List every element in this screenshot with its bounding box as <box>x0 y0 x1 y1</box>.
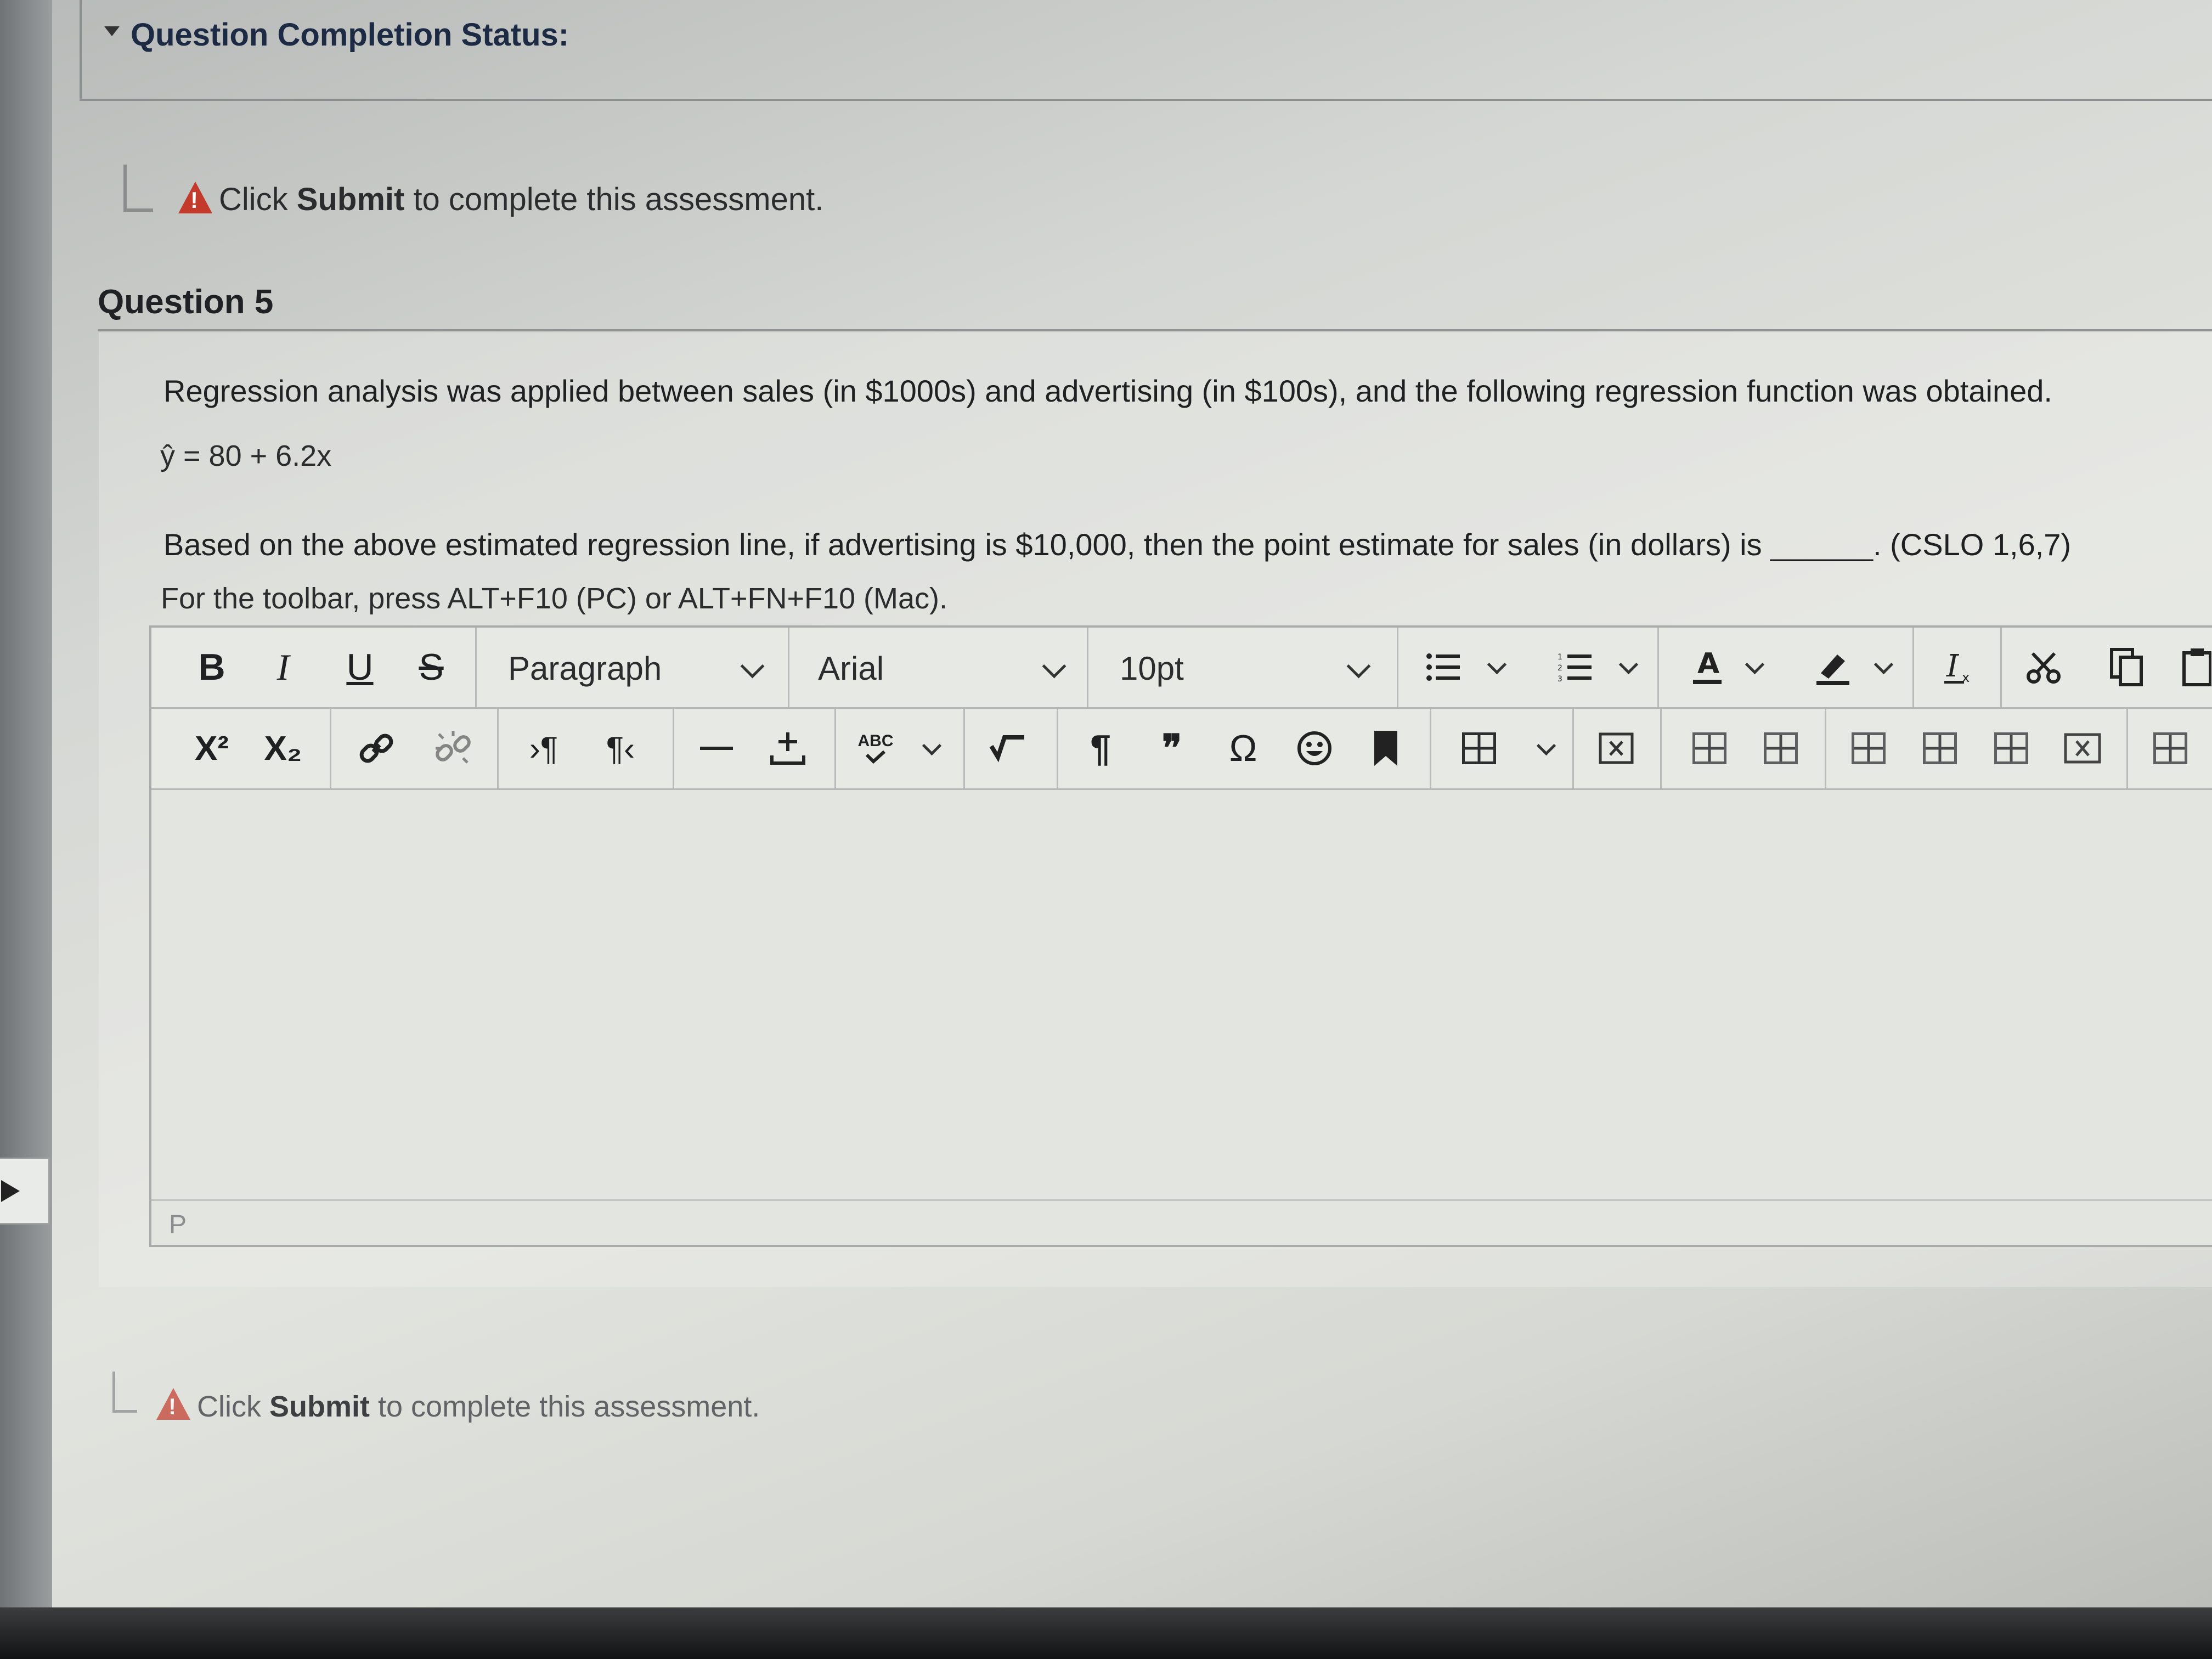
toolbar-separator <box>1057 709 1058 788</box>
chevron-down-icon[interactable] <box>1487 654 1507 675</box>
svg-text:2: 2 <box>1558 664 1562 673</box>
svg-text:A: A <box>1697 648 1719 680</box>
toolbar-separator <box>1572 709 1574 788</box>
text-color-icon[interactable]: A <box>1682 640 1731 695</box>
return-arrow-icon <box>112 1372 137 1413</box>
font-family-select[interactable]: Arial <box>818 650 884 687</box>
strikethrough-button[interactable]: S <box>409 640 453 695</box>
block-format-select[interactable]: Paragraph <box>508 650 662 687</box>
toolbar-hint: For the toolbar, press ALT+F10 (PC) or A… <box>161 582 948 615</box>
question-text-line1: Regression analysis was applied between … <box>163 374 2052 408</box>
collapse-caret-icon[interactable] <box>104 26 120 36</box>
question-text-line2: Based on the above estimated regression … <box>163 527 2072 562</box>
regression-equation: ŷ = 80 + 6.2x <box>160 439 332 472</box>
table-col-before-icon[interactable] <box>1841 721 1896 776</box>
toolbar-separator <box>834 709 836 788</box>
toolbar-separator <box>1087 628 1088 707</box>
svg-text:1: 1 <box>1558 653 1562 662</box>
svg-text:3: 3 <box>1558 675 1562 682</box>
copy-icon[interactable] <box>2099 640 2154 695</box>
superscript-button[interactable]: X² <box>184 721 239 776</box>
clear-format-icon[interactable]: Ix <box>1934 640 1984 695</box>
numbered-list-icon[interactable]: 1 2 3 <box>1550 640 1600 695</box>
horizontal-rule-icon[interactable] <box>689 721 744 776</box>
chevron-down-icon[interactable] <box>1346 654 1371 679</box>
rtl-icon[interactable]: ¶‹ <box>590 721 651 776</box>
toolbar-separator <box>673 709 674 788</box>
submit-instruction-bottom: Click Submit to complete this assessment… <box>156 1388 760 1424</box>
toolbar-row-1: B I U S Paragraph Arial 10pt 1 2 3 A I x <box>151 628 2212 709</box>
bullet-list-icon[interactable] <box>1419 640 1468 695</box>
emoji-icon[interactable] <box>1287 721 1342 776</box>
submit-instruction-top: Click Submit to complete this assessment… <box>178 181 823 218</box>
warning-icon <box>178 182 212 213</box>
toolbar-separator <box>963 709 965 788</box>
chevron-down-icon[interactable] <box>1042 654 1066 679</box>
chevron-down-icon[interactable] <box>1536 736 1556 756</box>
chevron-down-icon[interactable] <box>1874 654 1894 675</box>
table-delete-col-icon[interactable] <box>2055 721 2110 776</box>
delete-table-icon[interactable] <box>1589 721 1644 776</box>
blockquote-icon[interactable]: ❞ <box>1144 721 1199 776</box>
table-row-before-icon[interactable] <box>1682 721 1737 776</box>
toolbar-separator <box>475 628 477 707</box>
cut-icon[interactable] <box>2017 640 2072 695</box>
table-merge-icon[interactable] <box>2143 721 2198 776</box>
italic-button[interactable]: I <box>261 640 305 695</box>
completion-status-title[interactable]: Question Completion Status: <box>131 16 569 53</box>
table-row-after-icon[interactable] <box>1753 721 1808 776</box>
chevron-down-icon[interactable] <box>740 654 765 679</box>
toolbar-separator <box>1397 628 1398 707</box>
svg-text:I: I <box>1946 648 1960 684</box>
toolbar-separator <box>1912 628 1914 707</box>
toolbar-separator <box>788 628 789 707</box>
element-path[interactable]: P <box>169 1210 187 1240</box>
table-col-after-icon[interactable] <box>1912 721 1967 776</box>
highlight-icon[interactable] <box>1808 640 1858 695</box>
sidebar-toggle-button[interactable] <box>0 1158 50 1224</box>
underline-button[interactable]: U <box>338 640 382 695</box>
ltr-icon[interactable]: ›¶ <box>514 721 574 776</box>
screen-bezel <box>0 1607 2212 1659</box>
toolbar-separator <box>1430 709 1431 788</box>
toolbar-separator <box>2126 709 2128 788</box>
left-sidebar-edge <box>0 0 52 1607</box>
special-char-icon[interactable]: Ω <box>1216 721 1271 776</box>
page: Question Completion Status: Click Submit… <box>0 0 2212 1659</box>
chevron-down-icon[interactable] <box>1618 654 1639 675</box>
bold-button[interactable]: B <box>190 640 234 695</box>
table-insert-icon[interactable] <box>1984 721 2039 776</box>
toolbar-separator <box>330 709 331 788</box>
toolbar-separator <box>1825 709 1826 788</box>
table-icon[interactable] <box>1452 721 1506 776</box>
paste-icon[interactable] <box>2176 640 2212 695</box>
toolbar-separator <box>497 709 499 788</box>
toolbar-row-2: X² X₂ ›¶ ¶‹ ABC ¶ ❞ Ω <box>151 709 2212 790</box>
subscript-button[interactable]: X₂ <box>256 721 311 776</box>
math-icon[interactable] <box>980 721 1035 776</box>
warning-icon <box>156 1388 190 1420</box>
chevron-down-icon[interactable] <box>922 736 942 756</box>
toolbar-separator <box>2000 628 2002 707</box>
question-title: Question 5 <box>98 283 274 321</box>
editor-status-bar: P <box>151 1199 2212 1245</box>
toolbar-separator <box>1657 628 1659 707</box>
editor-content-area[interactable] <box>151 790 2212 1196</box>
unlink-icon[interactable] <box>426 721 481 776</box>
pilcrow-icon[interactable]: ¶ <box>1073 721 1128 776</box>
question-divider <box>98 329 2212 331</box>
insert-icon[interactable] <box>760 721 815 776</box>
font-size-select[interactable]: 10pt <box>1120 650 1184 687</box>
spellcheck-icon[interactable]: ABC <box>848 721 903 776</box>
return-arrow-icon <box>123 165 153 212</box>
rich-text-editor[interactable]: B I U S Paragraph Arial 10pt 1 2 3 A I x X… <box>149 625 2212 1247</box>
bookmark-icon[interactable] <box>1358 721 1413 776</box>
toolbar-separator <box>1660 709 1662 788</box>
link-icon[interactable] <box>349 721 404 776</box>
chevron-down-icon[interactable] <box>1745 654 1765 675</box>
